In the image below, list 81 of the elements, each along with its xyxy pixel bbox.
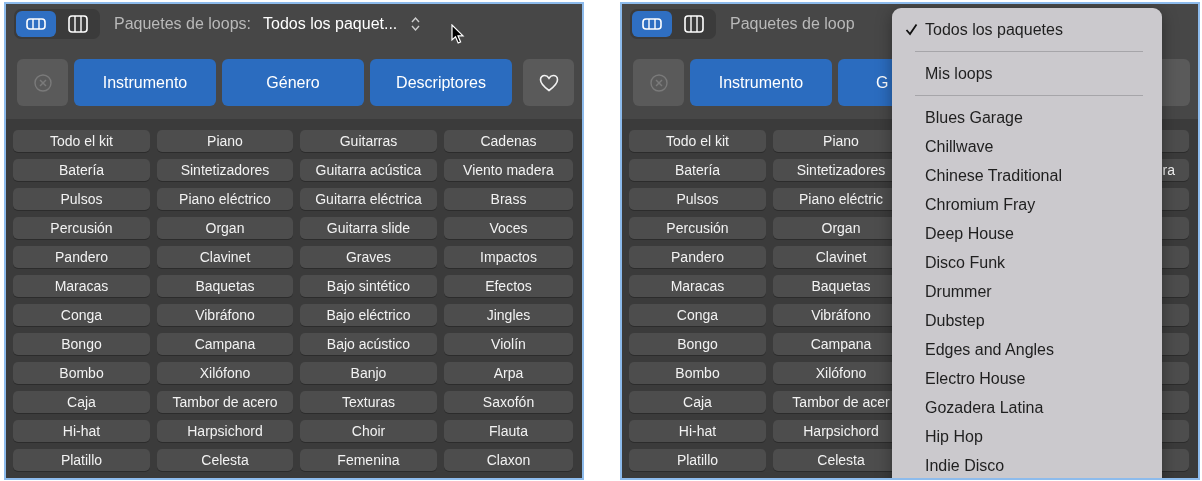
keyword-button[interactable]: Baquetas xyxy=(157,275,293,297)
keyword-button[interactable]: Todo el kit xyxy=(629,130,766,152)
keyword-button[interactable]: Hi-hat xyxy=(13,420,150,442)
keyword-button[interactable]: Bajo acústico xyxy=(300,333,437,355)
keyword-button[interactable]: Bongo xyxy=(13,333,150,355)
keyword-button[interactable]: Percusión xyxy=(13,217,150,239)
menu-item[interactable]: Todos los paquetes xyxy=(892,15,1162,44)
keyword-button[interactable]: Choir xyxy=(300,420,437,442)
keyword-button[interactable]: Guitarra acústica xyxy=(300,159,437,181)
keyword-button[interactable]: Pulsos xyxy=(13,188,150,210)
keyword-button[interactable]: Cadenas xyxy=(444,130,573,152)
keyword-button[interactable]: Maracas xyxy=(629,275,766,297)
keyword-button[interactable]: Harpsichord xyxy=(157,420,293,442)
keyword-button[interactable]: Maracas xyxy=(13,275,150,297)
packs-label: Paquetes de loop xyxy=(730,15,855,33)
keyword-button[interactable]: Impactos xyxy=(444,246,573,268)
mouse-pointer-icon xyxy=(451,24,465,45)
category-button[interactable]: Descriptores xyxy=(370,59,512,106)
keyword-button[interactable]: Guitarra slide xyxy=(300,217,437,239)
keyword-button[interactable]: Efectos xyxy=(444,275,573,297)
keyword-button[interactable]: Claxon xyxy=(444,449,573,471)
keyword-button[interactable]: Guitarras xyxy=(300,130,437,152)
keyword-button[interactable]: Hi-hat xyxy=(629,420,766,442)
keyword-button[interactable]: Pulsos xyxy=(629,188,766,210)
keyword-button[interactable]: Campana xyxy=(157,333,293,355)
clear-icon xyxy=(33,73,52,92)
view-mode-button[interactable] xyxy=(632,11,672,37)
keyword-button[interactable]: Vibráfono xyxy=(157,304,293,326)
keyword-button[interactable]: Voces xyxy=(444,217,573,239)
keyword-button[interactable]: Piano eléctrico xyxy=(157,188,293,210)
rows-view-icon xyxy=(642,18,662,30)
packs-value[interactable]: Todos los paquet... xyxy=(263,15,398,33)
menu-item[interactable]: Mis loops xyxy=(892,59,1162,88)
clear-icon xyxy=(649,73,668,92)
keyword-button[interactable]: Flauta xyxy=(444,420,573,442)
keyword-button[interactable]: Caja xyxy=(629,391,766,413)
keyword-button[interactable]: Banjo xyxy=(300,362,437,384)
keyword-button[interactable]: Clavinet xyxy=(157,246,293,268)
packs-label: Paquetes de loops: xyxy=(114,15,251,33)
menu-item[interactable]: Blues Garage xyxy=(892,103,1162,132)
keyword-button[interactable]: Batería xyxy=(13,159,150,181)
view-mode-button[interactable] xyxy=(16,11,56,37)
category-button[interactable]: Instrumento xyxy=(74,59,216,106)
keyword-button[interactable]: Texturas xyxy=(300,391,437,413)
keyword-button[interactable]: Piano xyxy=(157,130,293,152)
keyword-button[interactable]: Tambor de acero xyxy=(157,391,293,413)
keyword-button[interactable]: Guitarra eléctrica xyxy=(300,188,437,210)
keyword-button[interactable]: Bajo eléctrico xyxy=(300,304,437,326)
keyword-button[interactable]: Arpa xyxy=(444,362,573,384)
keyword-button[interactable]: Platillo xyxy=(13,449,150,471)
keyword-button[interactable]: Pandero xyxy=(13,246,150,268)
keyword-button[interactable]: Sintetizadores xyxy=(157,159,293,181)
keyword-button[interactable]: Caja xyxy=(13,391,150,413)
keyword-button[interactable]: Bajo sintético xyxy=(300,275,437,297)
heart-icon xyxy=(538,73,559,92)
keyword-button[interactable]: Viento madera xyxy=(444,159,573,181)
keyword-button[interactable]: Percusión xyxy=(629,217,766,239)
rows-view-icon xyxy=(26,18,46,30)
columns-view-icon xyxy=(684,15,704,33)
keyword-button[interactable]: Saxofón xyxy=(444,391,573,413)
keyword-button[interactable]: Organ xyxy=(157,217,293,239)
keyword-button[interactable]: Jingles xyxy=(444,304,573,326)
columns-view-icon xyxy=(68,15,88,33)
keyword-button[interactable]: Bombo xyxy=(13,362,150,384)
keyword-button[interactable]: Graves xyxy=(300,246,437,268)
keyword-button[interactable]: Pandero xyxy=(629,246,766,268)
keyword-button[interactable]: Xilófono xyxy=(157,362,293,384)
chevron-updown-icon[interactable] xyxy=(411,16,421,32)
keyword-button[interactable]: Brass xyxy=(444,188,573,210)
keyword-button[interactable]: Violín xyxy=(444,333,573,355)
keyword-button[interactable]: Batería xyxy=(629,159,766,181)
keyword-button[interactable]: Femenina xyxy=(300,449,437,471)
keyword-button[interactable]: Bombo xyxy=(629,362,766,384)
keyword-button[interactable]: Celesta xyxy=(157,449,293,471)
keyword-button[interactable]: Conga xyxy=(629,304,766,326)
category-button[interactable]: Género xyxy=(222,59,364,106)
category-button[interactable]: Instrumento xyxy=(690,59,832,106)
keyword-button[interactable]: Conga xyxy=(13,304,150,326)
keyword-button[interactable]: Bongo xyxy=(629,333,766,355)
keyword-button[interactable]: Todo el kit xyxy=(13,130,150,152)
keyword-button[interactable]: Platillo xyxy=(629,449,766,471)
